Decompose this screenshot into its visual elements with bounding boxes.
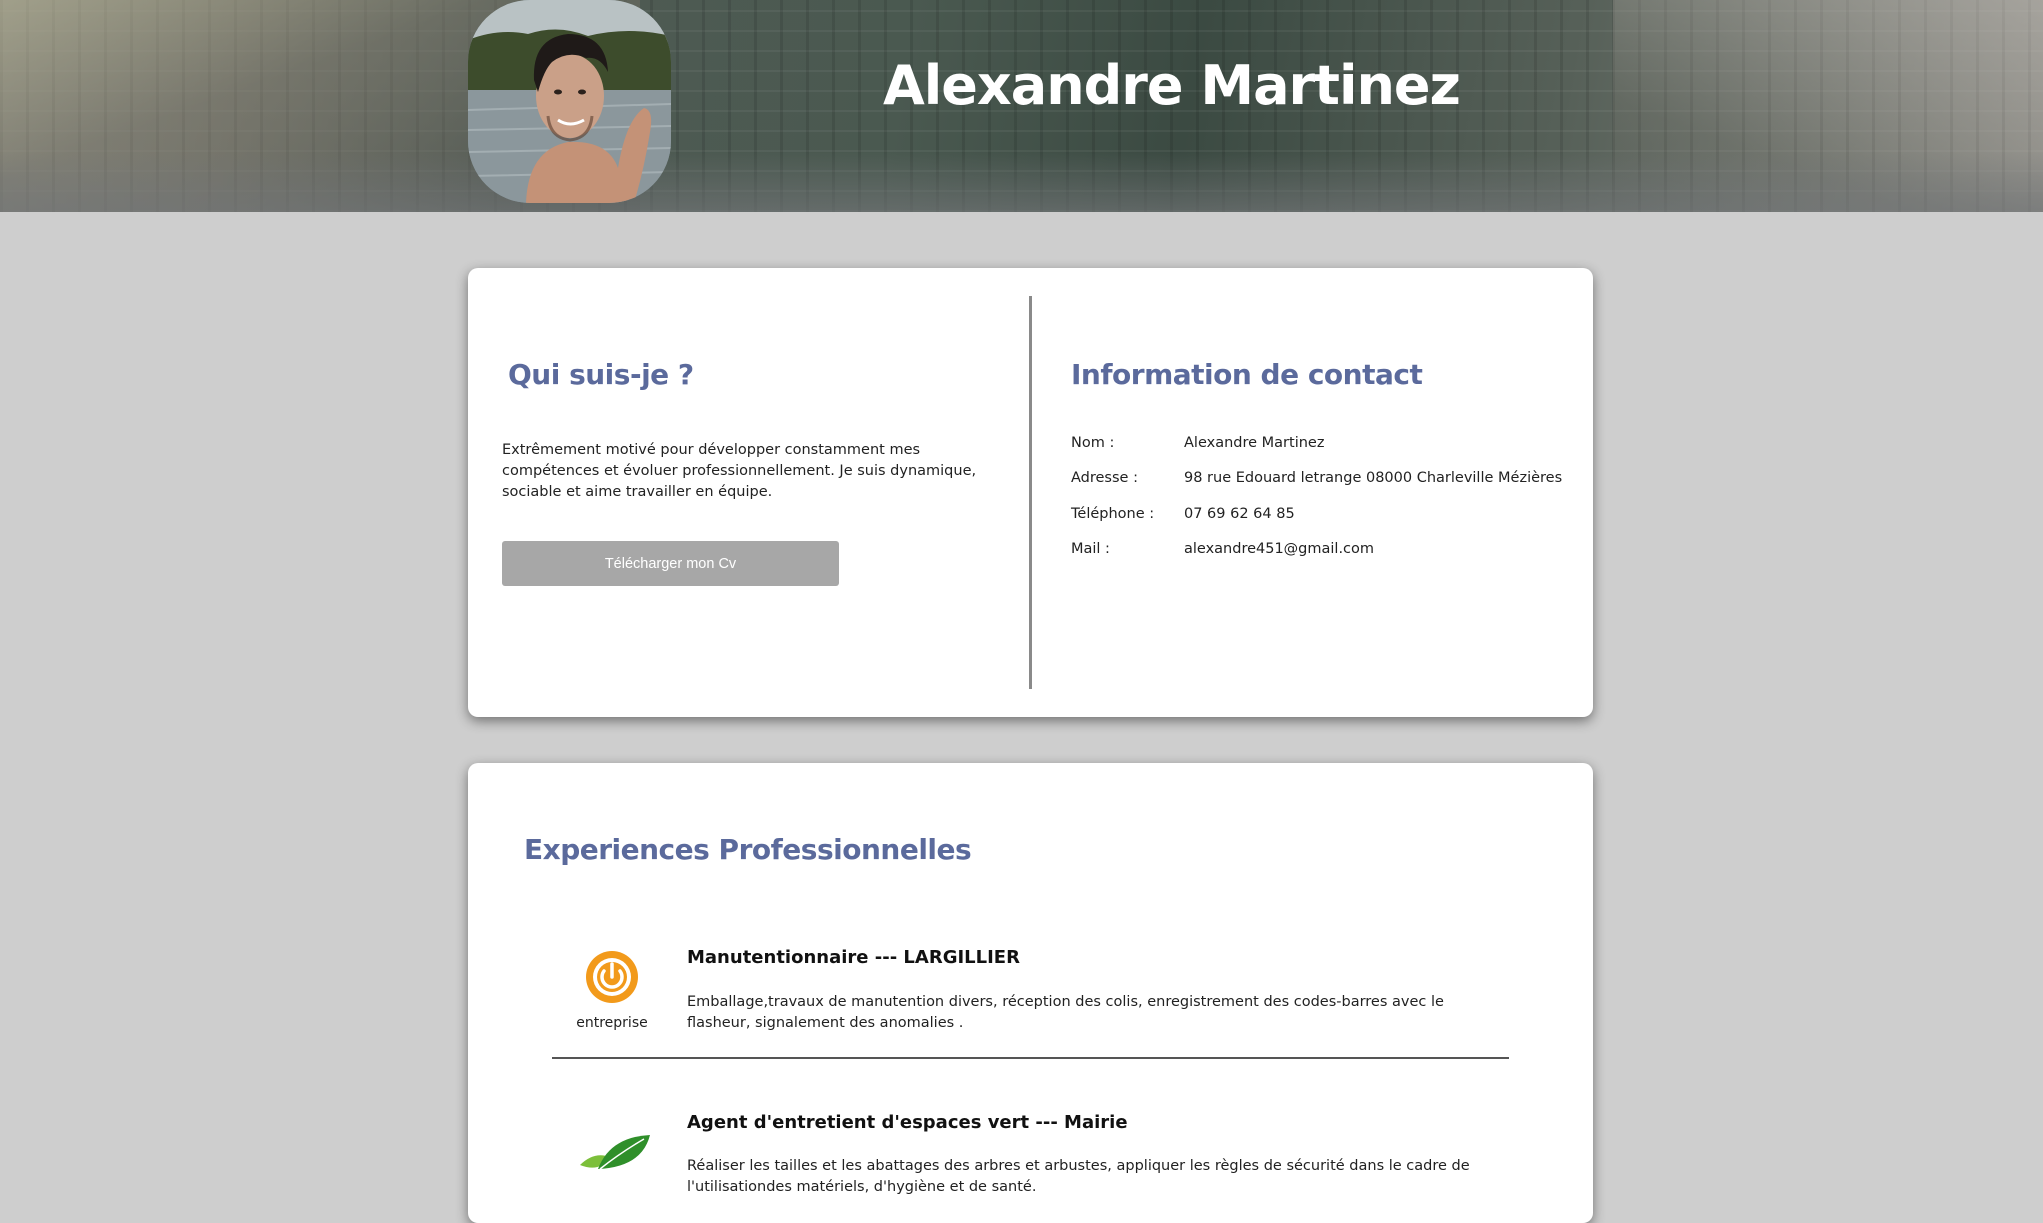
contact-label: Nom : (1071, 435, 1115, 451)
vertical-divider (1029, 296, 1032, 689)
hero-banner: Alexandre Martinez (0, 0, 2043, 212)
contact-title: Information de contact (1071, 358, 1423, 391)
download-cv-button[interactable]: Télécharger mon Cv (502, 541, 839, 586)
experience-card: Experiences Professionnelles entreprise … (468, 763, 1593, 1223)
profile-avatar (468, 0, 671, 203)
contact-value: 07 69 62 64 85 (1184, 506, 1295, 522)
contact-label: Mail : (1071, 541, 1110, 557)
experience-item-description: Réaliser les tailles et les abattages de… (687, 1158, 1470, 1195)
about-contact-card: Qui suis-je ? Extrêmement motivé pour dé… (468, 268, 1593, 717)
contact-value: Alexandre Martinez (1184, 435, 1325, 451)
about-text: Extrêmement motivé pour développer const… (502, 442, 977, 500)
experience-item-title: Manutentionnaire --- LARGILLIER (687, 947, 1020, 968)
profile-name: Alexandre Martinez (883, 54, 1461, 117)
contact-value: 98 rue Edouard letrange 08000 Charlevill… (1184, 470, 1563, 486)
experience-separator (552, 1057, 1509, 1059)
contact-label: Adresse : (1071, 470, 1138, 486)
experience-item-description: Emballage,travaux de manutention divers,… (687, 994, 1444, 1031)
experience-title: Experiences Professionnelles (524, 833, 972, 866)
power-entreprise-logo-icon: entreprise (570, 949, 654, 1037)
green-leaves-logo-icon (576, 1129, 652, 1181)
experience-item-title: Agent d'entretient d'espaces vert --- Ma… (687, 1112, 1128, 1133)
logo-text: entreprise (576, 1015, 647, 1031)
contact-label: Téléphone : (1071, 506, 1155, 522)
hero-background-fade (0, 152, 2043, 212)
about-title: Qui suis-je ? (508, 358, 694, 391)
contact-value: alexandre451@gmail.com (1184, 541, 1375, 557)
